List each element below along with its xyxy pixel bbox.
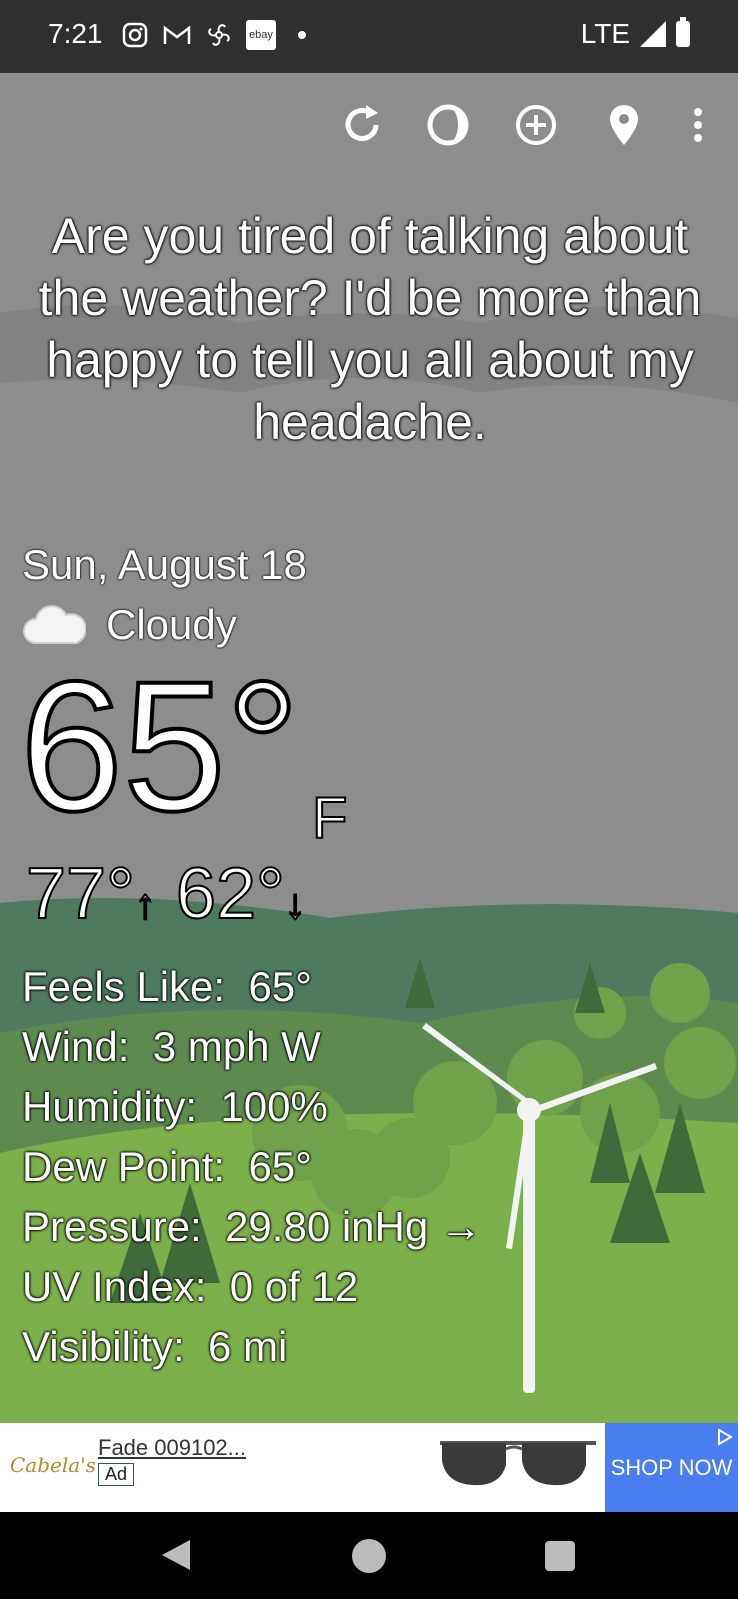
sunglasses-image bbox=[438, 1435, 598, 1495]
ad-label: Ad bbox=[98, 1463, 135, 1486]
fan-icon bbox=[204, 20, 234, 50]
current-temperature: 65° bbox=[18, 644, 302, 850]
low-temperature: 62° bbox=[175, 853, 286, 935]
high-low-row: 77°↑ 62°↓ bbox=[25, 853, 307, 935]
detail-row-pressure: Pressure: 29.80 inHg → bbox=[22, 1203, 482, 1250]
theme-button[interactable] bbox=[422, 99, 474, 151]
back-icon[interactable] bbox=[160, 1538, 192, 1577]
recent-apps-icon[interactable] bbox=[545, 1541, 575, 1571]
detail-row-dew-point: Dew Point: 65° bbox=[22, 1143, 312, 1190]
theme-icon bbox=[426, 103, 470, 147]
ebay-icon: ebay bbox=[246, 20, 276, 50]
ad-banner[interactable]: Cabela's Fade 009102... Ad SHOP NOW bbox=[0, 1423, 738, 1512]
high-temperature: 77° bbox=[25, 853, 136, 935]
cloud-icon bbox=[22, 603, 87, 647]
location-pin-icon bbox=[607, 103, 641, 147]
weather-details: Feels Like: 65° Wind: 3 mph W Humidity: … bbox=[22, 957, 482, 1377]
signal-icon bbox=[640, 21, 666, 47]
location-button[interactable] bbox=[598, 99, 650, 151]
status-bar: 7:21 ebay LTE bbox=[0, 0, 738, 73]
detail-row-wind: Wind: 3 mph W bbox=[22, 1023, 321, 1070]
condition-label: Cloudy bbox=[106, 601, 237, 648]
more-options-button[interactable] bbox=[676, 99, 720, 151]
low-arrow-icon: ↓ bbox=[284, 879, 307, 928]
home-icon[interactable] bbox=[352, 1539, 386, 1573]
detail-row-humidity: Humidity: 100% bbox=[22, 1083, 328, 1130]
refresh-icon bbox=[340, 103, 384, 147]
instagram-icon bbox=[120, 20, 150, 50]
detail-row-uv-index: UV Index: 0 of 12 bbox=[22, 1263, 359, 1310]
detail-row-visibility: Visibility: 6 mi bbox=[22, 1323, 288, 1370]
date-label: Sun, August 18 bbox=[22, 541, 307, 588]
status-time: 7:21 bbox=[48, 18, 103, 49]
condition-row: Cloudy bbox=[22, 601, 237, 649]
add-location-icon bbox=[514, 103, 558, 147]
navigation-bar bbox=[0, 1512, 738, 1599]
system-icons: LTE bbox=[580, 17, 690, 50]
network-label: LTE bbox=[580, 18, 630, 49]
ad-brand-logo: Cabela's bbox=[10, 1453, 96, 1477]
high-arrow-icon: ↑ bbox=[134, 879, 157, 928]
detail-row-feels-like: Feels Like: 65° bbox=[22, 963, 312, 1010]
weather-quote: Are you tired of talking about the weath… bbox=[38, 208, 702, 450]
weather-scene: Are you tired of talking about the weath… bbox=[0, 73, 738, 1423]
more-options-icon bbox=[693, 107, 703, 143]
add-location-button[interactable] bbox=[510, 99, 562, 151]
notification-icons: ebay bbox=[120, 20, 306, 50]
notification-dot-icon bbox=[298, 31, 306, 39]
refresh-button[interactable] bbox=[336, 99, 388, 151]
ad-title[interactable]: Fade 009102... bbox=[98, 1435, 246, 1461]
ad-choices-icon[interactable] bbox=[714, 1427, 734, 1447]
temperature-unit: F bbox=[311, 785, 348, 852]
gmail-icon bbox=[162, 20, 192, 50]
battery-icon bbox=[676, 17, 690, 47]
